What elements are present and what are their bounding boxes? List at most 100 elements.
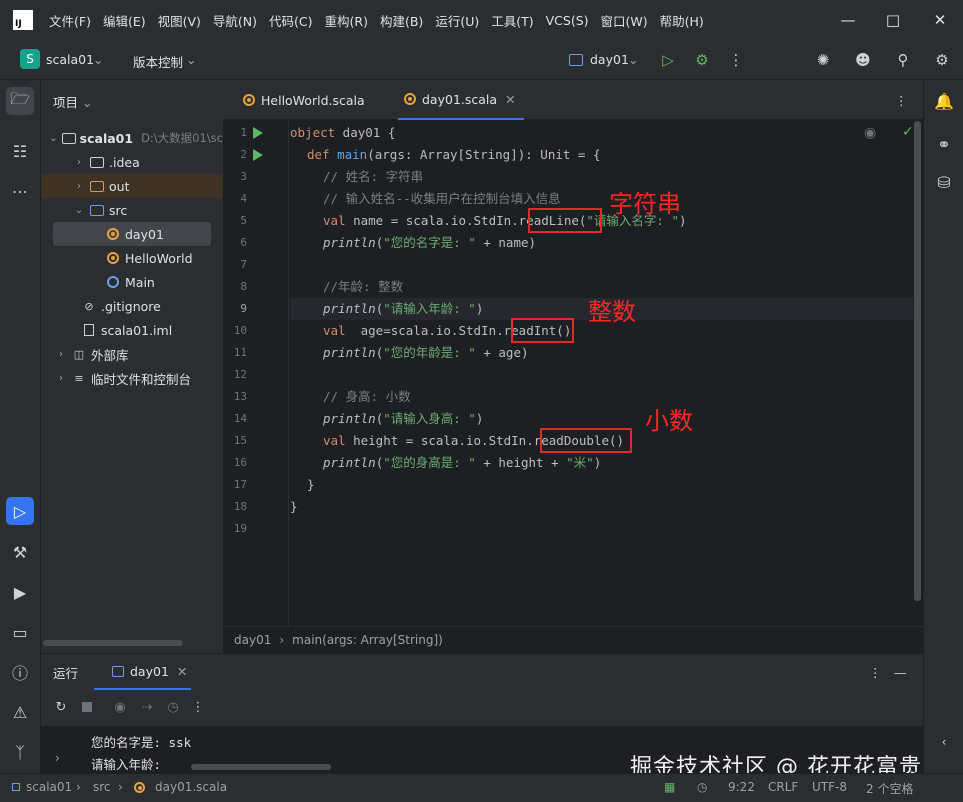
debug-icon[interactable]: ⚙ bbox=[692, 50, 712, 70]
close-icon[interactable]: ✕ bbox=[505, 92, 515, 107]
add-user-icon[interactable]: ☻ bbox=[853, 50, 873, 70]
tree-item-main[interactable]: Main bbox=[41, 270, 223, 294]
chevron-right-icon[interactable]: › bbox=[73, 181, 85, 192]
menu-refactor[interactable]: 重构(R) bbox=[319, 11, 374, 30]
cursor-position[interactable]: 9:22 bbox=[728, 780, 755, 794]
reader-mode-eye-icon[interactable]: ◉ bbox=[864, 125, 876, 141]
indent-setting[interactable]: 2 个空格 bbox=[866, 780, 913, 797]
more-tools-icon[interactable]: ⋯ bbox=[6, 177, 34, 205]
exit-icon[interactable]: ⇢ bbox=[138, 698, 156, 716]
chevron-right-icon[interactable]: › bbox=[55, 373, 67, 384]
tree-item-src[interactable]: ⌄ src bbox=[41, 198, 223, 222]
menu-window[interactable]: 窗口(W) bbox=[595, 11, 654, 30]
notifications-bell-icon[interactable]: 🔔 bbox=[930, 87, 958, 115]
menu-code[interactable]: 代码(C) bbox=[263, 11, 318, 30]
tree-root[interactable]: ⌄ scala01 D:\大数据01\sc bbox=[41, 126, 223, 150]
tree-item-idea[interactable]: › .idea bbox=[41, 150, 223, 174]
inspection-icon[interactable]: ▦ bbox=[664, 780, 675, 794]
horizontal-scrollbar[interactable] bbox=[43, 640, 183, 646]
database-icon[interactable]: ⛁ bbox=[930, 168, 958, 196]
chevron-down-icon[interactable]: ⌄ bbox=[73, 205, 85, 216]
terminal-icon[interactable]: ▭ bbox=[6, 618, 34, 646]
run-tool-icon[interactable]: ▷ bbox=[6, 497, 34, 525]
maximize-button[interactable]: □ bbox=[870, 0, 916, 40]
more-icon[interactable]: ⋮ bbox=[726, 50, 746, 70]
minimize-panel-icon[interactable]: — bbox=[894, 654, 907, 690]
run-icon[interactable]: ▷ bbox=[658, 50, 678, 70]
chevron-down-icon[interactable]: ⌄ bbox=[628, 52, 638, 67]
file-icon bbox=[81, 323, 97, 337]
rerun-icon[interactable]: ↻ bbox=[52, 698, 70, 716]
line-separator[interactable]: CRLF bbox=[768, 780, 798, 794]
project-panel-title[interactable]: 项目 ⌄ bbox=[53, 92, 92, 111]
tab-helloworld[interactable]: HelloWorld.scala bbox=[237, 80, 365, 120]
tree-item-helloworld[interactable]: HelloWorld bbox=[41, 246, 223, 270]
stop-icon[interactable] bbox=[78, 698, 96, 716]
project-folder-icon[interactable]: 🗁 bbox=[6, 87, 34, 115]
tree-item-out[interactable]: › out bbox=[41, 174, 223, 198]
camera-icon[interactable]: ◉ bbox=[111, 698, 129, 716]
menu-view[interactable]: 视图(V) bbox=[152, 11, 207, 30]
menu-run[interactable]: 运行(U) bbox=[429, 11, 485, 30]
collapse-icon[interactable]: ‹ bbox=[930, 728, 958, 756]
ai-chat-icon[interactable]: ⚭ bbox=[930, 130, 958, 158]
vcs-selector[interactable]: 版本控制 bbox=[133, 52, 183, 71]
menu-file[interactable]: 文件(F) bbox=[43, 11, 97, 30]
gear-icon[interactable]: ⚙ bbox=[932, 50, 952, 70]
tab-run-day01[interactable]: day01 ✕ bbox=[94, 654, 191, 690]
file-encoding[interactable]: UTF-8 bbox=[812, 780, 847, 794]
chevron-down-icon[interactable]: ⌄ bbox=[93, 52, 103, 67]
project-selector[interactable]: scala01 bbox=[46, 52, 94, 67]
more-icon[interactable]: ⋮ bbox=[895, 80, 908, 120]
project-badge[interactable]: S bbox=[20, 49, 40, 69]
git-icon[interactable]: ᛉ bbox=[6, 738, 34, 766]
chevron-down-icon[interactable]: ⌄ bbox=[49, 133, 57, 144]
line-number: 12 bbox=[233, 368, 247, 381]
ai-assistant-icon[interactable]: ✺ bbox=[813, 50, 833, 70]
chevron-right-icon[interactable]: › bbox=[55, 750, 60, 765]
tree-item-day01[interactable]: day01 bbox=[53, 222, 211, 246]
close-window-button[interactable]: ✕ bbox=[917, 0, 963, 40]
more-icon[interactable]: ⋮ bbox=[189, 698, 207, 716]
console-scrollbar[interactable] bbox=[191, 764, 331, 770]
chevron-right-icon[interactable]: › bbox=[73, 157, 85, 168]
run-gutter-icon[interactable] bbox=[253, 149, 263, 161]
warning-icon[interactable]: ⚠ bbox=[6, 698, 34, 726]
chevron-right-icon[interactable]: › bbox=[55, 349, 67, 360]
run-gutter-icon[interactable] bbox=[253, 127, 263, 139]
intellij-logo[interactable]: IJ bbox=[13, 10, 33, 30]
tree-item-gitignore[interactable]: ⊘ .gitignore bbox=[41, 294, 223, 318]
menu-build[interactable]: 构建(B) bbox=[374, 11, 429, 30]
tree-item-iml[interactable]: scala01.iml bbox=[41, 318, 223, 342]
vertical-scrollbar[interactable] bbox=[914, 121, 921, 601]
run-config-selector[interactable]: day01 bbox=[590, 52, 629, 67]
build-hammer-icon[interactable]: ⚒ bbox=[6, 538, 34, 566]
search-icon[interactable]: ⚲ bbox=[893, 50, 913, 70]
minimize-button[interactable]: — bbox=[825, 0, 871, 40]
breadcrumb-item[interactable]: day01 bbox=[234, 633, 271, 647]
profiler-icon[interactable]: ◷ bbox=[164, 698, 182, 716]
services-icon[interactable]: ▶ bbox=[6, 578, 34, 606]
editor-gutter: 1 2 3 4 5 6 7 8 9 10 11 12 13 14 15 16 1… bbox=[223, 121, 289, 626]
clock-icon[interactable]: ◷ bbox=[697, 780, 707, 794]
code-editor[interactable]: object day01 { def main(args: Array[Stri… bbox=[290, 121, 913, 626]
problems-icon[interactable]: ⓘ bbox=[6, 658, 34, 686]
structure-icon[interactable]: ☷ bbox=[6, 137, 34, 165]
chevron-down-icon[interactable]: ⌄ bbox=[186, 52, 196, 67]
status-path-file[interactable]: day01.scala bbox=[155, 780, 227, 794]
menu-vcs[interactable]: VCS(S) bbox=[540, 13, 595, 28]
code-line: //年龄: 整数 bbox=[323, 279, 404, 294]
check-icon[interactable]: ✓ bbox=[902, 124, 913, 140]
menu-edit[interactable]: 编辑(E) bbox=[97, 11, 152, 30]
menu-tools[interactable]: 工具(T) bbox=[485, 11, 539, 30]
tree-item-scratches[interactable]: › ≡ 临时文件和控制台 bbox=[41, 366, 223, 390]
menu-help[interactable]: 帮助(H) bbox=[654, 11, 710, 30]
breadcrumb-item[interactable]: main(args: Array[String]) bbox=[292, 633, 443, 647]
close-icon[interactable]: ✕ bbox=[177, 664, 187, 679]
tab-day01[interactable]: day01.scala ✕ bbox=[398, 80, 524, 120]
tree-item-external-libs[interactable]: › ◫ 外部库 bbox=[41, 342, 223, 366]
status-path-project[interactable]: scala01 bbox=[26, 780, 72, 794]
menu-navigate[interactable]: 导航(N) bbox=[207, 11, 263, 30]
status-path-src[interactable]: src bbox=[93, 780, 111, 794]
more-icon[interactable]: ⋮ bbox=[869, 654, 882, 690]
